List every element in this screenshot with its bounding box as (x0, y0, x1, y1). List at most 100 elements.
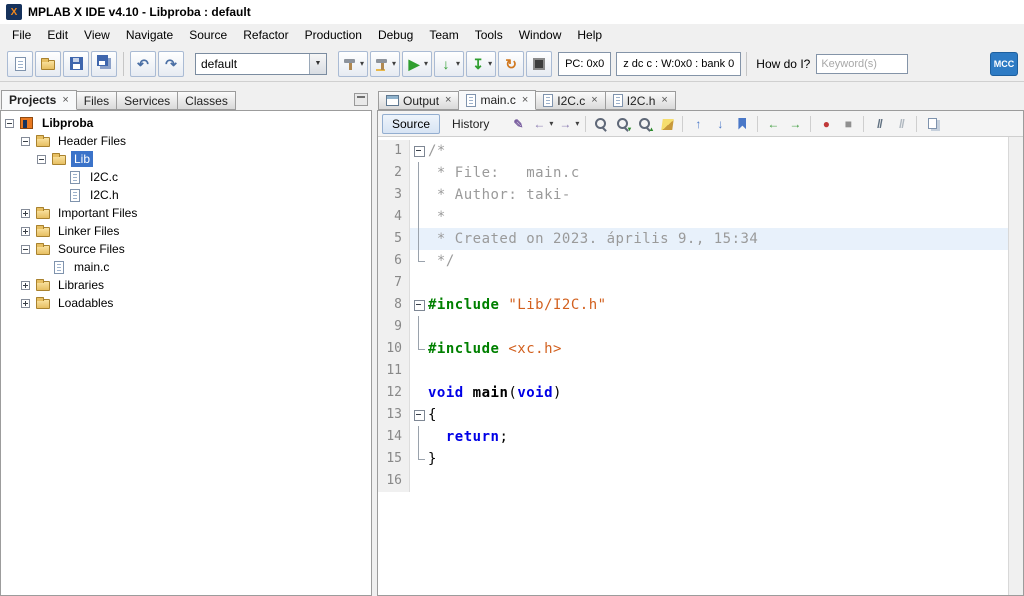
toggle-highlight-icon[interactable] (657, 114, 677, 134)
mcc-button[interactable]: MCC (990, 51, 1018, 76)
plus-expander-icon[interactable] (21, 280, 30, 290)
shift-right-icon[interactable]: → (785, 114, 805, 134)
tab-projects[interactable]: Projects × (1, 90, 77, 110)
line-number[interactable]: 16 (378, 470, 410, 492)
uncomment-icon[interactable]: // (891, 114, 911, 134)
line-number[interactable]: 3 (378, 184, 410, 206)
minus-expander-icon[interactable] (37, 154, 46, 164)
line-number[interactable]: 14 (378, 426, 410, 448)
close-tab-icon[interactable]: × (522, 94, 528, 106)
menu-edit[interactable]: Edit (39, 26, 76, 44)
line-number[interactable]: 9 (378, 316, 410, 338)
undo-icon[interactable]: ↶ (130, 50, 156, 77)
vertical-scrollbar[interactable] (1008, 137, 1023, 595)
code-line[interactable]: 5 * Created on 2023. április 9., 15:34 (378, 228, 1008, 250)
back-icon[interactable]: ← ▾ (530, 114, 554, 134)
minus-expander-icon[interactable] (21, 136, 30, 146)
menu-window[interactable]: Window (511, 26, 570, 44)
tree-item-header-files[interactable]: Header Files (1, 132, 371, 150)
new-file-icon[interactable] (7, 50, 33, 77)
minimize-panel-icon[interactable] (354, 93, 368, 106)
close-tab-icon[interactable]: × (661, 95, 667, 106)
menu-debug[interactable]: Debug (370, 26, 421, 44)
menu-help[interactable]: Help (569, 26, 610, 44)
tab-output[interactable]: Output × (378, 91, 460, 110)
plus-expander-icon[interactable] (21, 226, 30, 236)
keyword-search-input[interactable] (816, 53, 909, 74)
previous-bookmark-icon[interactable]: ↑ (688, 114, 708, 134)
tree-item-i2c-c[interactable]: I2C.c (1, 168, 371, 186)
tab-services[interactable]: Services (117, 91, 179, 110)
code-line[interactable]: 15} (378, 448, 1008, 470)
line-number[interactable]: 13 (378, 404, 410, 426)
save-icon[interactable] (63, 50, 89, 77)
menu-team[interactable]: Team (421, 26, 466, 44)
memory-icon[interactable] (526, 50, 553, 77)
find-next-icon[interactable]: ▼ (613, 114, 633, 134)
menu-navigate[interactable]: Navigate (118, 26, 181, 44)
redo-icon[interactable]: ↷ (158, 50, 184, 77)
code-line[interactable]: 11 (378, 360, 1008, 382)
tab-i2c-h[interactable]: I2C.h × (605, 91, 676, 110)
close-tab-icon[interactable]: × (445, 95, 451, 106)
code-line[interactable]: 8 #include "Lib/I2C.h" (378, 294, 1008, 316)
chevron-down-icon[interactable] (309, 53, 326, 74)
code-line[interactable]: 4 * (378, 206, 1008, 228)
line-number[interactable]: 2 (378, 162, 410, 184)
code-line[interactable]: 16 (378, 470, 1008, 492)
refresh-debug-icon[interactable]: ↻ (498, 50, 525, 77)
code-line[interactable]: 1 /* (378, 140, 1008, 162)
open-project-icon[interactable] (35, 50, 61, 77)
plus-expander-icon[interactable] (21, 208, 30, 218)
line-number[interactable]: 4 (378, 206, 410, 228)
line-number[interactable]: 5 (378, 228, 410, 250)
tree-item-linker-files[interactable]: Linker Files (1, 222, 371, 240)
code-line[interactable]: 7 (378, 272, 1008, 294)
record-macro-icon[interactable]: ● (816, 114, 836, 134)
last-edit-icon[interactable]: ✎ (508, 114, 528, 134)
menu-refactor[interactable]: Refactor (235, 26, 296, 44)
line-number[interactable]: 10 (378, 338, 410, 360)
tab-i2c-c[interactable]: I2C.c × (536, 91, 606, 110)
menu-tools[interactable]: Tools (467, 26, 511, 44)
line-number[interactable]: 12 (378, 382, 410, 404)
tree-item-main-c[interactable]: main.c (1, 258, 371, 276)
comment-icon[interactable]: // (869, 114, 889, 134)
next-bookmark-icon[interactable]: ↓ (710, 114, 730, 134)
menu-production[interactable]: Production (297, 26, 370, 44)
plus-expander-icon[interactable] (21, 298, 30, 308)
code-line[interactable]: 10 #include <xc.h> (378, 338, 1008, 360)
minus-expander-icon[interactable] (21, 244, 30, 254)
code-line[interactable]: 3 * Author: taki- (378, 184, 1008, 206)
line-number[interactable]: 11 (378, 360, 410, 382)
tree-item-source-files[interactable]: Source Files (1, 240, 371, 258)
build-project-icon[interactable]: ▾ (338, 50, 369, 77)
fold-start-icon[interactable] (410, 404, 428, 426)
tree-item-loadables[interactable]: Loadables (1, 294, 371, 312)
fold-start-icon[interactable] (410, 140, 428, 162)
code-line[interactable]: 6 */ (378, 250, 1008, 272)
find-previous-icon[interactable]: ▲ (635, 114, 655, 134)
code-line[interactable]: 12 void main(void) (378, 382, 1008, 404)
shift-left-icon[interactable]: ← (763, 114, 783, 134)
tab-main-c[interactable]: main.c × (459, 90, 537, 110)
run-project-icon[interactable]: ▶ ▾ (402, 50, 433, 77)
code-line[interactable]: 9 (378, 316, 1008, 338)
line-number[interactable]: 6 (378, 250, 410, 272)
tab-files[interactable]: Files (76, 91, 118, 110)
find-selection-icon[interactable] (591, 114, 611, 134)
config-select[interactable]: default (195, 52, 327, 75)
close-tab-icon[interactable]: × (62, 94, 68, 106)
history-view-button[interactable]: History (442, 114, 499, 134)
menu-view[interactable]: View (76, 26, 118, 44)
tree-item-i2c-h[interactable]: I2C.h (1, 186, 371, 204)
line-number[interactable]: 15 (378, 448, 410, 470)
save-all-icon[interactable] (91, 50, 117, 77)
code-area[interactable]: 1/* 2 * File: main.c 3 * Author: taki- 4 * 5… (378, 137, 1008, 595)
tree-item-libraries[interactable]: Libraries (1, 276, 371, 294)
program-device-icon[interactable]: ↧ ▾ (466, 50, 497, 77)
forward-icon[interactable]: → ▾ (556, 114, 580, 134)
code-line[interactable]: 2 * File: main.c (378, 162, 1008, 184)
source-view-button[interactable]: Source (382, 113, 441, 134)
code-line[interactable]: 14 return; (378, 426, 1008, 448)
